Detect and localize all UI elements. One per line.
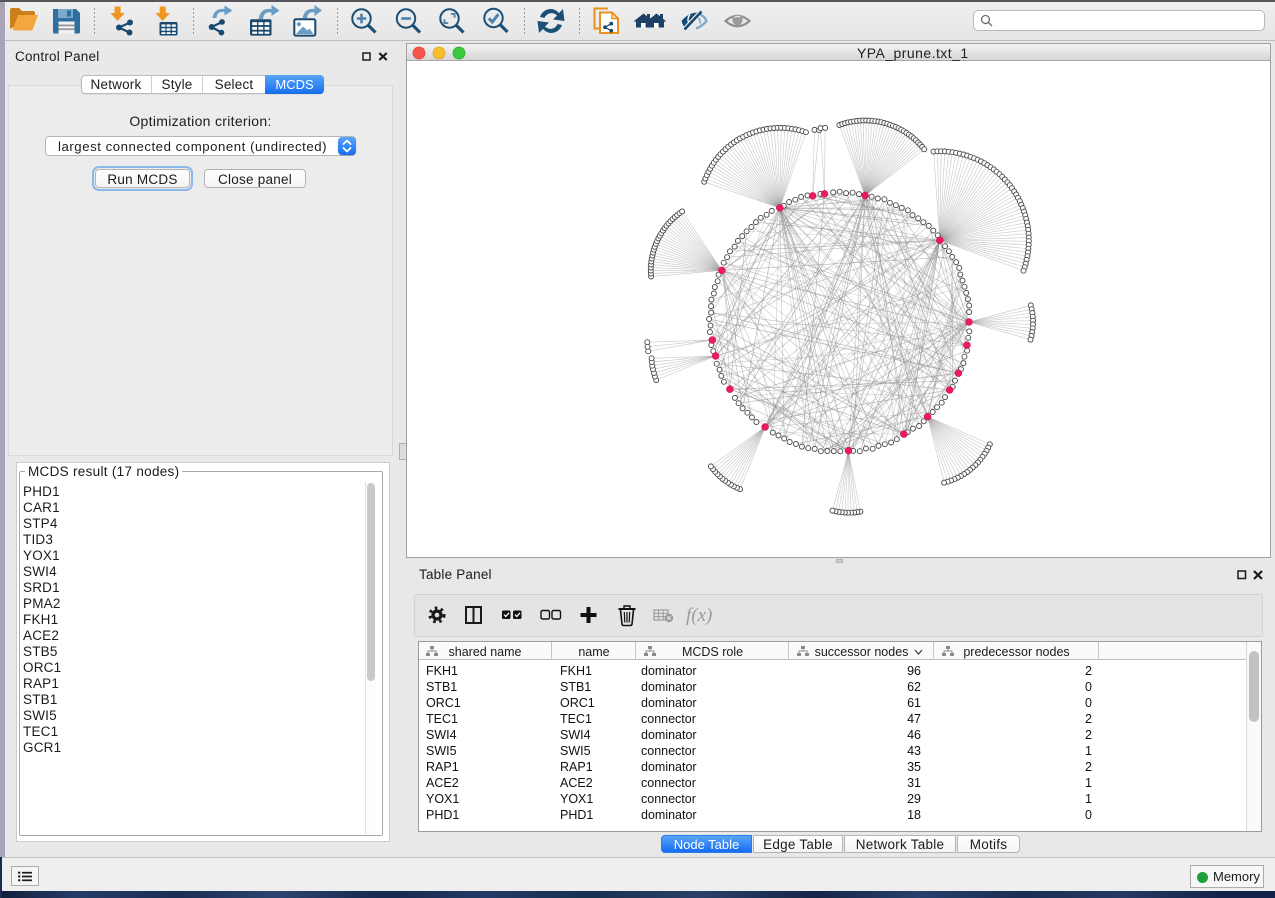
svg-text:f(x): f(x) [686,605,712,626]
